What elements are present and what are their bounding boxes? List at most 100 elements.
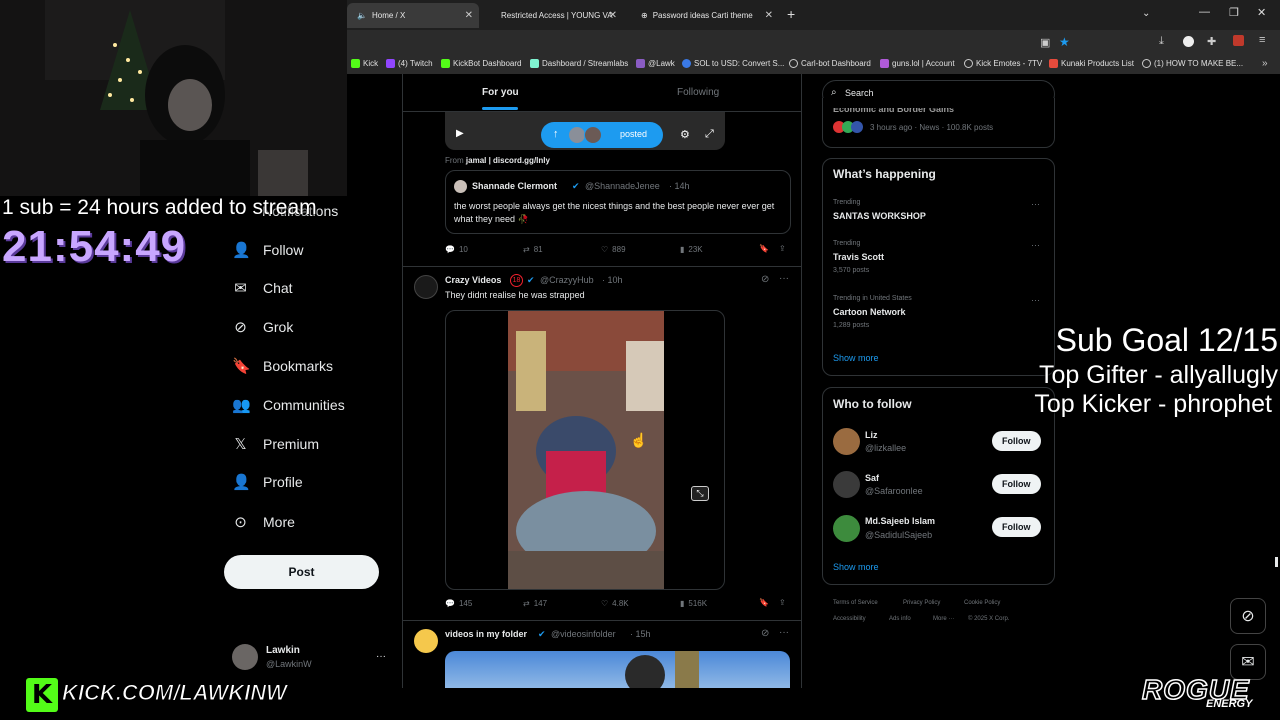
sidebar-item-grok[interactable]: ⊘ Grok bbox=[232, 314, 293, 340]
post-author[interactable]: videos in my folder bbox=[445, 629, 527, 639]
sidebar-item-more[interactable]: ⊙ More bbox=[232, 509, 295, 535]
bookmark-kunaki[interactable]: Kunaki Products List bbox=[1049, 59, 1134, 68]
restore-icon[interactable]: ❐ bbox=[1229, 6, 1239, 19]
footer-cookie[interactable]: Cookie Policy bbox=[964, 600, 1000, 606]
follow-button[interactable]: Follow bbox=[992, 517, 1041, 537]
trend-name[interactable]: SANTAS WORKSHOP bbox=[833, 211, 926, 221]
bookmark-sol-usd[interactable]: SOL to USD: Convert S... bbox=[682, 59, 784, 68]
play-icon[interactable]: ▶ bbox=[456, 128, 464, 139]
close-tab-icon[interactable]: ✕ bbox=[609, 10, 617, 21]
avatar[interactable] bbox=[833, 428, 860, 455]
views-button[interactable]: ▮ 516K bbox=[680, 599, 707, 608]
fullscreen-icon[interactable]: ⤢ bbox=[705, 128, 714, 141]
bookmark-star-icon[interactable]: ★ bbox=[1059, 35, 1070, 49]
bookmark-icon[interactable]: 🔖 bbox=[759, 598, 769, 607]
avatar[interactable] bbox=[833, 471, 860, 498]
share-icon[interactable]: ⇪ bbox=[779, 598, 786, 607]
tab-list-chevron-icon[interactable]: ⌄ bbox=[1142, 8, 1150, 19]
share-icon[interactable]: ⇪ bbox=[779, 244, 786, 253]
footer-privacy[interactable]: Privacy Policy bbox=[903, 600, 940, 606]
bookmark-streamlabs[interactable]: Dashboard / Streamlabs bbox=[530, 59, 628, 68]
trend-more-icon[interactable]: ··· bbox=[1031, 240, 1040, 250]
close-tab-icon[interactable]: ✕ bbox=[765, 10, 773, 21]
sidebar-item-bookmarks[interactable]: 🔖 Bookmarks bbox=[232, 353, 333, 379]
bookmark-carl-bot[interactable]: Carl-bot Dashboard bbox=[789, 59, 871, 68]
scroll-indicator[interactable] bbox=[1275, 557, 1278, 567]
settings-gear-icon[interactable]: ⚙ bbox=[680, 128, 690, 141]
quote-handle[interactable]: @ShannadeJenee bbox=[585, 181, 660, 191]
window-close-icon[interactable]: ✕ bbox=[1257, 6, 1266, 19]
download-icon[interactable]: ⤓ bbox=[1159, 35, 1164, 48]
sidebar-item-premium[interactable]: 𝕏 Premium bbox=[232, 431, 319, 457]
bookmark-guns-lol[interactable]: guns.lol | Account bbox=[880, 59, 955, 68]
post-author[interactable]: Crazy Videos bbox=[445, 275, 501, 285]
trend-name[interactable]: Cartoon Network bbox=[833, 307, 906, 317]
avatar[interactable] bbox=[414, 629, 438, 653]
grok-icon[interactable]: ⊘ bbox=[761, 628, 769, 639]
reply-button[interactable]: 💬 145 bbox=[445, 599, 472, 608]
trend-name[interactable]: Travis Scott bbox=[833, 252, 884, 262]
tab-following[interactable]: Following bbox=[677, 87, 719, 98]
like-button[interactable]: ♡ 889 bbox=[601, 245, 626, 254]
avatar[interactable] bbox=[414, 275, 438, 299]
repost-button[interactable]: ⇄ 81 bbox=[523, 245, 543, 254]
tab-restricted-access[interactable]: Restricted Access | YOUNG VAM ✕ bbox=[491, 3, 623, 28]
bookmark-icon[interactable]: 🔖 bbox=[759, 244, 769, 253]
footer-terms[interactable]: Terms of Service bbox=[833, 600, 878, 606]
avatar[interactable] bbox=[232, 644, 258, 670]
trend-more-icon[interactable]: ··· bbox=[1031, 199, 1040, 209]
post-more-icon[interactable]: ··· bbox=[779, 273, 789, 284]
follow-button[interactable]: Follow bbox=[992, 474, 1041, 494]
quote-author[interactable]: Shannade Clermont bbox=[472, 181, 557, 191]
show-more-link[interactable]: Show more bbox=[833, 353, 879, 363]
grok-icon[interactable]: ⊘ bbox=[761, 274, 769, 285]
tab-password-ideas[interactable]: ⊕ Password ideas Carti theme ✕ bbox=[631, 3, 779, 28]
from-line: From jamal | discord.gg/lnly bbox=[445, 156, 550, 165]
reply-button[interactable]: 💬 10 bbox=[445, 245, 468, 254]
footer-ads-info[interactable]: Ads info bbox=[889, 616, 911, 622]
sidebar-item-communities[interactable]: 👥 Communities bbox=[232, 392, 345, 418]
suggestion-name[interactable]: Saf bbox=[865, 473, 879, 483]
screenshot-icon[interactable]: ▣ bbox=[1040, 36, 1050, 49]
sidebar-item-profile[interactable]: 👤 Profile bbox=[232, 469, 303, 495]
show-more-link[interactable]: Show more bbox=[833, 562, 879, 572]
post-handle[interactable]: @CrazyyHub bbox=[540, 275, 594, 285]
bookmark-kick[interactable]: Kick bbox=[351, 59, 378, 68]
sidebar-item-chat[interactable]: ✉ Chat bbox=[232, 275, 292, 301]
grok-float-icon[interactable]: ⊘ bbox=[1230, 598, 1266, 634]
extension-badge-icon[interactable] bbox=[1233, 35, 1244, 46]
post-image[interactable] bbox=[445, 651, 790, 688]
repost-button[interactable]: ⇄ 147 bbox=[523, 599, 547, 608]
bookmark-7tv[interactable]: Kick Emotes - 7TV bbox=[964, 59, 1042, 68]
sidebar-item-follow[interactable]: 👤 Follow bbox=[232, 237, 303, 263]
tab-home-x[interactable]: 🔈 Home / X ✕ bbox=[347, 3, 479, 28]
extensions-icon[interactable]: ✚ bbox=[1207, 35, 1216, 48]
like-button[interactable]: ♡ 4.8K bbox=[601, 599, 629, 608]
bookmark-how-to[interactable]: (1) HOW TO MAKE BE... bbox=[1142, 59, 1243, 68]
footer-more[interactable]: More ··· bbox=[933, 616, 954, 622]
more-bookmarks-icon[interactable]: » bbox=[1262, 58, 1268, 69]
post-button[interactable]: Post bbox=[224, 555, 379, 589]
from-link[interactable]: jamal | discord.gg/lnly bbox=[466, 156, 550, 165]
profile-g-icon[interactable] bbox=[1183, 36, 1194, 47]
picture-in-picture-icon[interactable]: ⤡ bbox=[691, 486, 709, 501]
close-tab-icon[interactable]: ✕ bbox=[465, 10, 473, 21]
follow-button[interactable]: Follow bbox=[992, 431, 1041, 451]
suggestion-name[interactable]: Md.Sajeeb Islam bbox=[865, 516, 935, 526]
avatar[interactable] bbox=[833, 515, 860, 542]
footer-accessibility[interactable]: Accessibility bbox=[833, 616, 866, 622]
menu-icon[interactable]: ≡ bbox=[1259, 34, 1265, 46]
bookmark-lawk[interactable]: @Lawk bbox=[636, 59, 675, 68]
suggestion-name[interactable]: Liz bbox=[865, 430, 878, 440]
post-more-icon[interactable]: ··· bbox=[779, 627, 789, 638]
account-more-icon[interactable]: ··· bbox=[376, 651, 386, 662]
bookmark-twitch[interactable]: (4) Twitch bbox=[386, 59, 433, 68]
bookmark-kickbot[interactable]: KickBot Dashboard bbox=[441, 59, 521, 68]
views-button[interactable]: ▮ 23K bbox=[680, 245, 703, 254]
tab-for-you[interactable]: For you bbox=[482, 87, 519, 98]
new-tab-button[interactable]: + bbox=[787, 6, 795, 22]
post-video[interactable] bbox=[445, 310, 725, 590]
post-handle[interactable]: @videosinfolder bbox=[551, 629, 616, 639]
minimize-icon[interactable]: — bbox=[1199, 6, 1210, 18]
trend-more-icon[interactable]: ··· bbox=[1031, 295, 1040, 305]
